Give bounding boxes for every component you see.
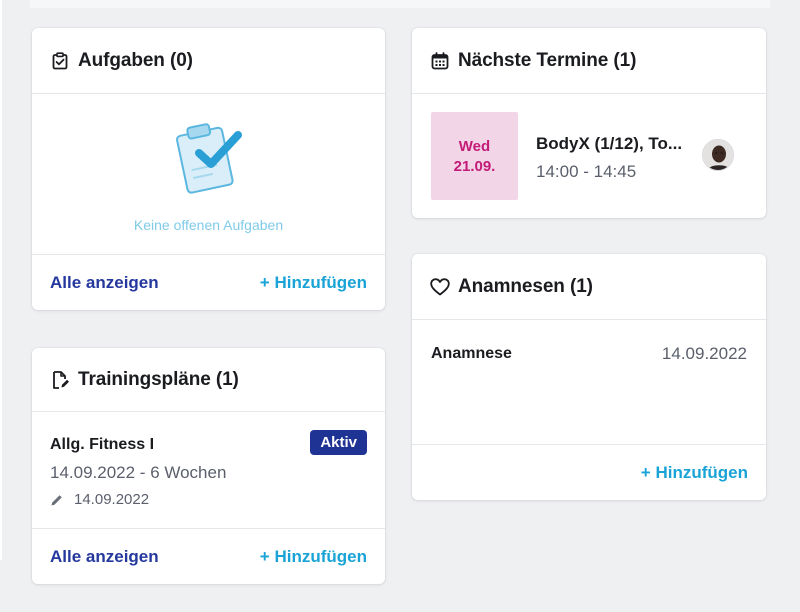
plans-show-all-link[interactable]: Alle anzeigen (50, 547, 159, 567)
appointment-day: Wed (458, 137, 491, 155)
plans-header: Trainingspläne (1) (32, 348, 385, 412)
anamnesis-card: Anamnesen (1) Anamnese 14.09.2022 + Hinz… (412, 254, 766, 500)
anamnesis-footer: + Hinzufügen (412, 444, 766, 500)
appointments-title: Nächste Termine (1) (458, 49, 637, 71)
calendar-icon (430, 51, 450, 71)
tasks-empty-text: Keine offenen Aufgaben (133, 217, 284, 233)
anamnesis-name: Anamnese (431, 345, 512, 362)
tasks-card: Aufgaben (0) Keine offenen Aufgaben Alle… (32, 28, 385, 310)
clipboard-check-icon (50, 51, 70, 71)
tasks-title: Aufgaben (0) (78, 49, 193, 71)
appointments-card: Nächste Termine (1) Wed 21.09. BodyX (1/… (412, 28, 766, 218)
tasks-show-all-link[interactable]: Alle anzeigen (50, 273, 159, 293)
document-edit-icon (50, 370, 70, 390)
anamnesis-item[interactable]: Anamnese 14.09.2022 (431, 344, 747, 364)
page-edge (0, 0, 2, 560)
appointment-date-box: Wed 21.09. (431, 112, 518, 200)
anamnesis-date: 14.09.2022 (661, 344, 747, 363)
anamnesis-title: Anamnesen (1) (458, 275, 593, 297)
appointment-time: 14:00 - 14:45 (536, 162, 637, 181)
plan-status-badge: Aktiv (310, 430, 367, 455)
appointment-date: 21.09. (453, 157, 496, 175)
avatar[interactable] (702, 139, 734, 171)
heart-icon (430, 277, 450, 297)
appointment-title: BodyX (1/12), To... (536, 134, 683, 153)
page-top-edge (30, 0, 770, 8)
appointment-item[interactable]: Wed 21.09. BodyX (1/12), To... 14:00 - 1… (431, 112, 748, 200)
tasks-header: Aufgaben (0) (32, 28, 385, 94)
plan-edited: 14.09.2022 (50, 491, 149, 508)
plan-edited-date: 14.09.2022 (74, 491, 150, 508)
plan-range: 14.09.2022 - 6 Wochen (50, 463, 227, 482)
plan-name: Allg. Fitness I (50, 436, 155, 453)
plans-card: Trainingspläne (1) Allg. Fitness I Aktiv… (32, 348, 385, 584)
anamnesis-header: Anamnesen (1) (412, 254, 766, 320)
tasks-footer: Alle anzeigen + Hinzufügen (32, 254, 385, 310)
plans-add-link[interactable]: + Hinzufügen (260, 547, 367, 567)
plans-footer: Alle anzeigen + Hinzufügen (32, 528, 385, 584)
anamnesis-add-link[interactable]: + Hinzufügen (641, 463, 748, 483)
appointments-header: Nächste Termine (1) (412, 28, 766, 94)
plans-title: Trainingspläne (1) (78, 368, 239, 390)
pencil-icon (50, 493, 64, 507)
empty-tasks-illustration-icon (172, 117, 248, 197)
tasks-add-link[interactable]: + Hinzufügen (260, 273, 367, 293)
